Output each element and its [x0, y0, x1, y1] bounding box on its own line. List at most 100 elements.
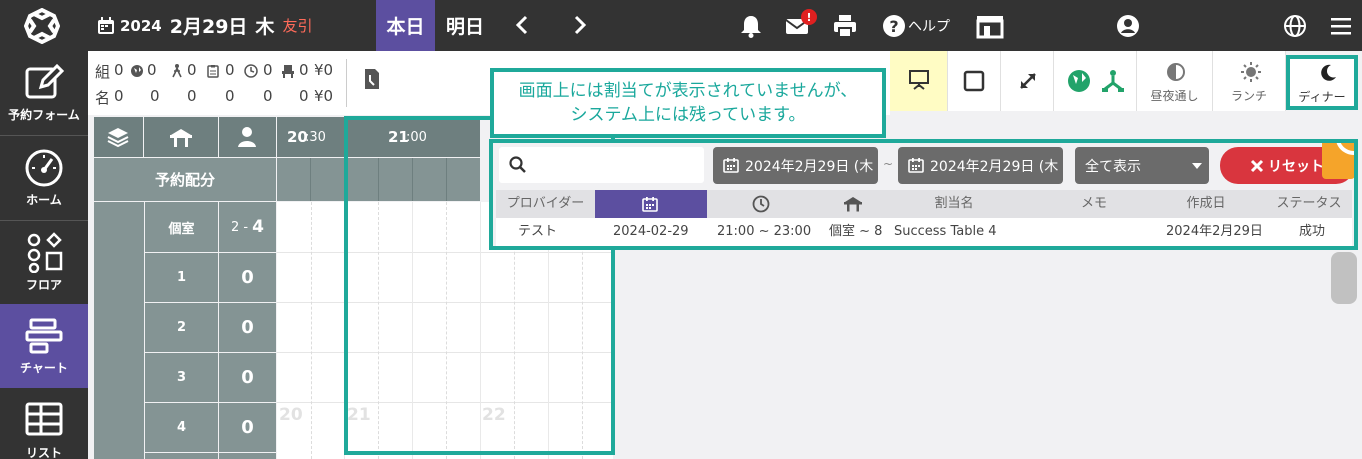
- time-header-2030: 20 :30: [277, 117, 344, 157]
- stat-value: 0: [187, 87, 197, 105]
- sidebar: 予約フォーム ホーム フロア チャート リスト: [0, 51, 88, 459]
- dashboard-icon: [25, 149, 63, 187]
- sidebar-item-floor[interactable]: フロア: [0, 221, 88, 305]
- half-circle-icon: [1167, 63, 1185, 81]
- tomorrow-button[interactable]: 明日: [438, 0, 492, 51]
- bell-icon[interactable]: [738, 13, 764, 39]
- highlight-assignment-panel: [489, 139, 1358, 250]
- annotation-callout: 画面上には割当てが表示されていませんが、 システム上には残っています。: [490, 68, 886, 138]
- stat-value: 0: [147, 61, 157, 79]
- sidebar-item-label: リスト: [25, 446, 62, 459]
- globe-icon[interactable]: [1282, 13, 1308, 39]
- stat-value: 0: [299, 87, 309, 105]
- dinner-button[interactable]: ディナー: [1286, 55, 1358, 110]
- allocation-header: 予約配分: [94, 158, 276, 201]
- floor-icon: [27, 232, 63, 273]
- expand-icon: [1020, 73, 1036, 89]
- person-icon: [238, 127, 256, 147]
- mail-badge: !: [801, 9, 817, 25]
- store-icon[interactable]: [975, 13, 1005, 39]
- room-capacity: 2 - 4: [219, 202, 276, 252]
- globe-green-icon: [1068, 70, 1090, 92]
- table-row-label: [145, 453, 218, 459]
- stat-value: 0: [225, 87, 235, 105]
- stat-value: 0: [263, 61, 273, 79]
- table-row-count: 0: [219, 403, 276, 452]
- stat-value: 0: [114, 61, 124, 79]
- edit-icon: [25, 63, 65, 99]
- table-row-label[interactable]: 2: [145, 303, 218, 352]
- layers-icon: [107, 128, 129, 148]
- lunch-label: ランチ: [1230, 89, 1267, 103]
- day-night-label: 昼夜通し: [1150, 89, 1199, 103]
- stat-value: 0: [150, 87, 160, 105]
- divider: [346, 59, 347, 107]
- stat-value: 0: [299, 61, 309, 79]
- sidebar-item-label: フロア: [25, 278, 62, 292]
- seat-type-header[interactable]: [144, 117, 218, 157]
- sidebar-item-label: チャート: [20, 361, 68, 375]
- sidebar-item-chart[interactable]: チャート: [0, 304, 88, 388]
- table-row-count: [219, 453, 276, 459]
- print-icon[interactable]: [832, 13, 858, 39]
- person-header[interactable]: [219, 117, 276, 157]
- channel-filter-button[interactable]: [1054, 51, 1137, 111]
- help-label[interactable]: ヘルプ: [908, 16, 950, 36]
- stat-value: 0: [225, 61, 235, 79]
- sidebar-item-label: ホーム: [26, 193, 62, 207]
- capacity-low: 2 -: [231, 219, 249, 235]
- app-logo-icon[interactable]: [24, 8, 60, 44]
- svg-text:?: ?: [889, 17, 898, 36]
- capacity-high: 4: [252, 217, 264, 237]
- expand-button[interactable]: [1001, 51, 1054, 111]
- area-column: [94, 202, 144, 459]
- user-icon[interactable]: [1115, 13, 1141, 39]
- seat-icon: [282, 65, 294, 78]
- layers-header[interactable]: [94, 117, 143, 157]
- table-row-count: 0: [219, 353, 276, 402]
- scrollbar-thumb[interactable]: [1331, 252, 1357, 304]
- chevron-right-icon[interactable]: [568, 14, 590, 36]
- square-view-button[interactable]: [948, 51, 1001, 111]
- annotation-line: システム上には残っています。: [570, 105, 806, 125]
- today-button[interactable]: 本日: [376, 0, 435, 51]
- top-bar: 2024 2月29日 木 友引 本日 明日 ! ? ヘルプ: [0, 0, 1362, 51]
- sun-icon: [1241, 62, 1261, 82]
- date-year: 2024: [120, 16, 162, 35]
- table-row-label[interactable]: 1: [145, 253, 218, 302]
- table-row-label[interactable]: 3: [145, 353, 218, 402]
- memo-tag-icon[interactable]: [361, 67, 383, 93]
- display-mode-button[interactable]: [890, 51, 948, 111]
- table-row-count: 0: [219, 303, 276, 352]
- table-seat-icon: [170, 129, 192, 147]
- people-label: 名: [95, 89, 111, 107]
- table-row-label[interactable]: 4: [145, 403, 218, 452]
- clock-icon: [244, 64, 258, 78]
- groups-label: 組: [95, 63, 111, 81]
- lunch-button[interactable]: ランチ: [1213, 51, 1286, 111]
- date-rokuyo: 友引: [282, 17, 313, 35]
- ghost-hour: 20: [279, 405, 303, 425]
- menu-icon[interactable]: [1328, 13, 1354, 39]
- moon-icon: [1321, 64, 1336, 81]
- sidebar-item-reservation-form[interactable]: 予約フォーム: [0, 51, 88, 135]
- sidebar-item-list[interactable]: リスト: [0, 389, 88, 459]
- chevron-left-icon[interactable]: [512, 14, 534, 36]
- sidebar-item-label: 予約フォーム: [8, 108, 80, 122]
- walk-in-icon: [172, 64, 182, 78]
- current-date[interactable]: 2024 2月29日 木 友引: [96, 0, 312, 51]
- stat-value: 0: [187, 61, 197, 79]
- day-night-button[interactable]: 昼夜通し: [1137, 51, 1213, 111]
- stat-sales: ¥0: [314, 87, 334, 105]
- help-icon[interactable]: ?: [881, 13, 907, 39]
- grid-line: [310, 158, 311, 201]
- date-weekday: 木: [255, 16, 275, 38]
- stat-value: 0: [114, 87, 124, 105]
- table-row-count: 0: [219, 253, 276, 302]
- sidebar-item-home[interactable]: ホーム: [0, 136, 88, 220]
- globe-icon: [131, 65, 143, 77]
- stat-sales: ¥0: [314, 61, 334, 79]
- calendar-icon: [98, 16, 114, 34]
- room-label: 個室: [145, 202, 218, 252]
- date-month-day: 2月29日: [169, 16, 248, 38]
